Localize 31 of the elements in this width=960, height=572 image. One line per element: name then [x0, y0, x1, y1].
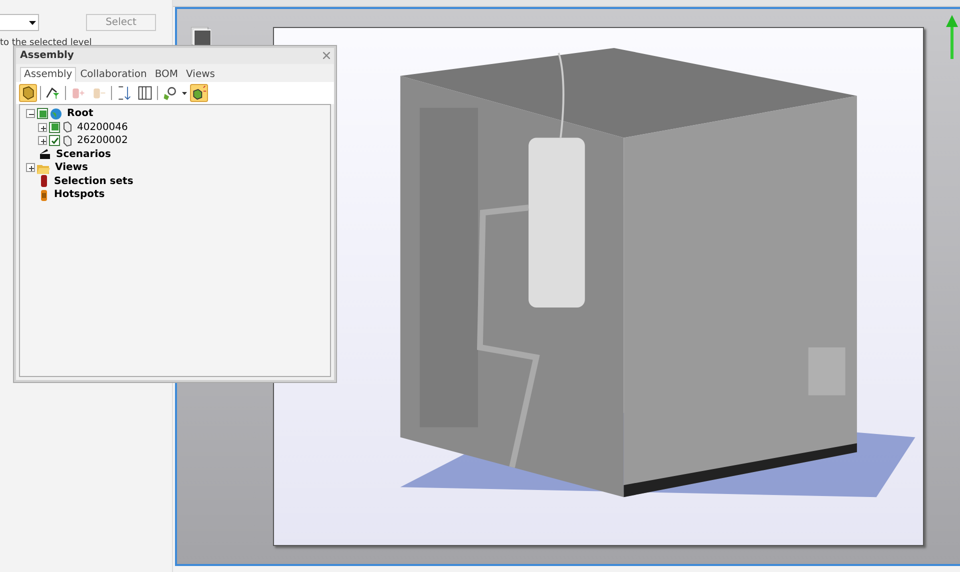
caret-icon	[29, 20, 36, 24]
search-icon[interactable]	[161, 84, 179, 102]
expand-icon[interactable]	[38, 136, 47, 146]
part-icon	[62, 121, 72, 134]
panel-tab[interactable]: BOM	[150, 67, 182, 82]
columns-icon[interactable]	[136, 84, 154, 102]
hint-text: to the selected level	[0, 38, 93, 48]
expand-icon[interactable]	[38, 122, 47, 132]
tree-item[interactable]: Views	[55, 162, 88, 174]
part-icon[interactable]	[19, 84, 37, 102]
panel-title: Assembly	[20, 50, 74, 62]
hotspot-icon	[39, 188, 49, 201]
tree-item[interactable]: Scenarios	[56, 148, 111, 160]
selection-set-icon	[39, 175, 49, 188]
caret-icon[interactable]	[182, 92, 187, 94]
dropdown-field[interactable]	[0, 14, 39, 31]
part-icon	[62, 134, 72, 147]
globe-icon	[50, 108, 62, 120]
clapperboard-icon	[39, 148, 51, 160]
panel-tab[interactable]: Views	[182, 67, 219, 82]
tree-item[interactable]: 40200046	[77, 122, 128, 133]
checkbox[interactable]	[49, 135, 60, 146]
panel-tab[interactable]: Collaboration	[76, 67, 151, 82]
collapse-icon[interactable]	[26, 109, 35, 118]
tree-item[interactable]: Selection sets	[54, 176, 134, 187]
tree-item[interactable]: 26200002	[77, 135, 128, 146]
tree-item[interactable]: Root	[67, 108, 94, 120]
tree-item[interactable]: Hotspots	[54, 189, 105, 200]
expand-icon[interactable]	[26, 163, 35, 172]
panel-tab[interactable]: Assembly	[20, 67, 76, 82]
close-icon[interactable]	[323, 50, 330, 62]
